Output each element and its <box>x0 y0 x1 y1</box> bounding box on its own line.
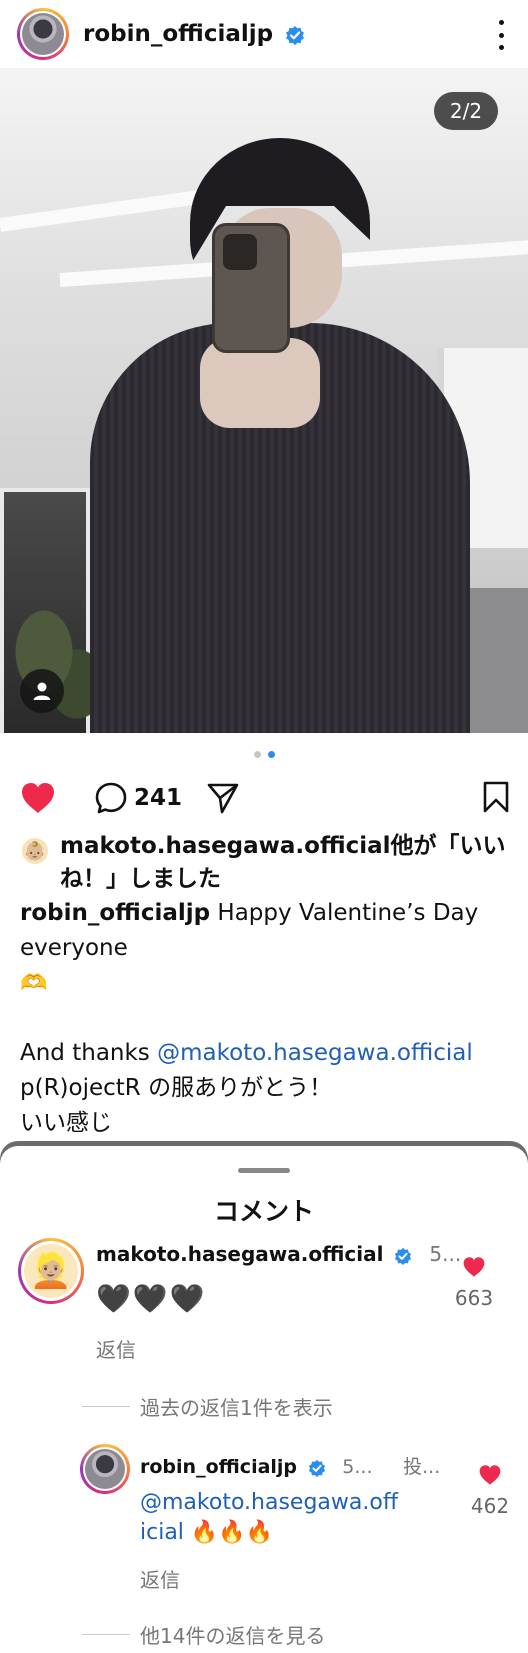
like-button[interactable] <box>20 781 56 815</box>
view-past-replies[interactable]: 過去の返信1件を表示 <box>82 1392 333 1421</box>
comment-like-count: 663 <box>454 1286 494 1310</box>
carousel-dot <box>253 751 261 758</box>
likes-summary[interactable]: 👶🏼 makoto.hasegawa.official他が「いいね！」しました <box>20 830 510 896</box>
comment-bubble-icon <box>95 782 127 814</box>
post-username[interactable]: robin_officialjp <box>83 21 305 47</box>
comment-username[interactable]: makoto.hasegawa.official <box>96 1242 383 1266</box>
liker-avatar: 👶🏼 <box>20 836 50 866</box>
reply-like-count: 462 <box>470 1494 510 1518</box>
carousel-dot-active <box>267 751 275 758</box>
more-vertical-icon[interactable] <box>494 20 508 50</box>
view-past-replies-text[interactable]: 過去の返信1件を表示 <box>140 1392 333 1421</box>
reply-header: robin_officialjp 5... 投... <box>140 1452 440 1479</box>
reply-like[interactable]: 462 <box>460 1464 520 1518</box>
verified-badge-icon <box>286 25 305 45</box>
post-caption: robin_officialjp Happy Valentine’s Day e… <box>20 896 510 1141</box>
heart-filled-icon <box>463 1257 485 1277</box>
comment-button[interactable]: 241 <box>94 781 182 815</box>
carousel-indicator <box>0 751 528 758</box>
fire-emoji: 🔥🔥🔥 <box>190 1520 274 1545</box>
reply-avatar[interactable] <box>80 1444 130 1494</box>
comment-body: 🖤🖤🖤 <box>96 1282 207 1315</box>
sheet-drag-handle[interactable] <box>238 1168 290 1173</box>
carousel-counter: 2/2 <box>434 92 498 130</box>
person-tag-glyph <box>33 682 51 700</box>
action-bar: 241 <box>20 778 510 818</box>
caption-line4: いい感じ <box>20 1110 112 1136</box>
photo-phone <box>212 223 290 353</box>
likes-text[interactable]: makoto.hasegawa.official他が「いいね！」しました <box>60 830 510 896</box>
sheet-title: コメント <box>213 1197 314 1226</box>
comment-avatar-emoji: 👱🏼 <box>24 1244 78 1298</box>
post-header: robin_officialjp <box>0 0 528 68</box>
profile-avatar[interactable] <box>17 8 69 60</box>
person-tag-icon[interactable] <box>20 669 64 713</box>
bookmark-icon <box>483 781 509 813</box>
reply-status: 投... <box>403 1456 441 1478</box>
caption-thanks-line: And thanks @makoto.hasegawa.official <box>20 1036 510 1071</box>
comment-like[interactable]: 663 <box>444 1256 504 1310</box>
divider-rule <box>82 1406 130 1407</box>
caption-mention-link[interactable]: @makoto.hasegawa.official <box>157 1040 473 1066</box>
view-more-replies[interactable]: 他14件の返信を見る <box>82 1620 325 1649</box>
comment-item: 👱🏼 makoto.hasegawa.official 5... 🖤🖤🖤 返信 … <box>18 1238 518 1362</box>
post-username-text[interactable]: robin_officialjp <box>83 21 273 47</box>
save-button[interactable] <box>482 781 510 817</box>
reply-body: @makoto.hasegawa.official 🔥🔥🔥 <box>140 1488 400 1548</box>
view-more-replies-text[interactable]: 他14件の返信を見る <box>140 1620 325 1649</box>
comments-sheet: コメント 👱🏼 makoto.hasegawa.official 5... 🖤🖤… <box>0 1146 528 1653</box>
comment-count: 241 <box>134 785 183 811</box>
caption-line3: p(R)ojectR の服ありがとう！ <box>20 1075 333 1101</box>
caption-first-line: robin_officialjp Happy Valentine’s Day e… <box>20 896 510 966</box>
comment-avatar[interactable]: 👱🏼 <box>18 1238 84 1304</box>
verified-badge-icon <box>395 1247 412 1265</box>
caption-username[interactable]: robin_officialjp <box>20 900 210 926</box>
caption-thanks-prefix: And thanks <box>20 1040 158 1066</box>
avatar-image <box>22 13 64 55</box>
heart-filled-icon <box>479 1465 501 1485</box>
send-icon <box>207 783 239 814</box>
reply-item: robin_officialjp 5... 投... @makoto.haseg… <box>80 1444 520 1594</box>
reply-avatar-image <box>85 1449 125 1489</box>
post-photo[interactable]: 2/2 <box>0 68 528 733</box>
heart-filled-icon <box>22 783 54 813</box>
reply-time: 5... <box>342 1456 373 1478</box>
share-button[interactable] <box>206 781 240 815</box>
comment-header: makoto.hasegawa.official 5... <box>96 1242 461 1266</box>
comment-reply-button[interactable]: 返信 <box>96 1334 136 1363</box>
reply-reply-button[interactable]: 返信 <box>140 1564 180 1593</box>
verified-badge-icon <box>308 1459 325 1477</box>
heart-hands-emoji: 🫶 <box>20 971 48 996</box>
reply-username[interactable]: robin_officialjp <box>140 1456 297 1478</box>
divider-rule <box>82 1634 130 1635</box>
